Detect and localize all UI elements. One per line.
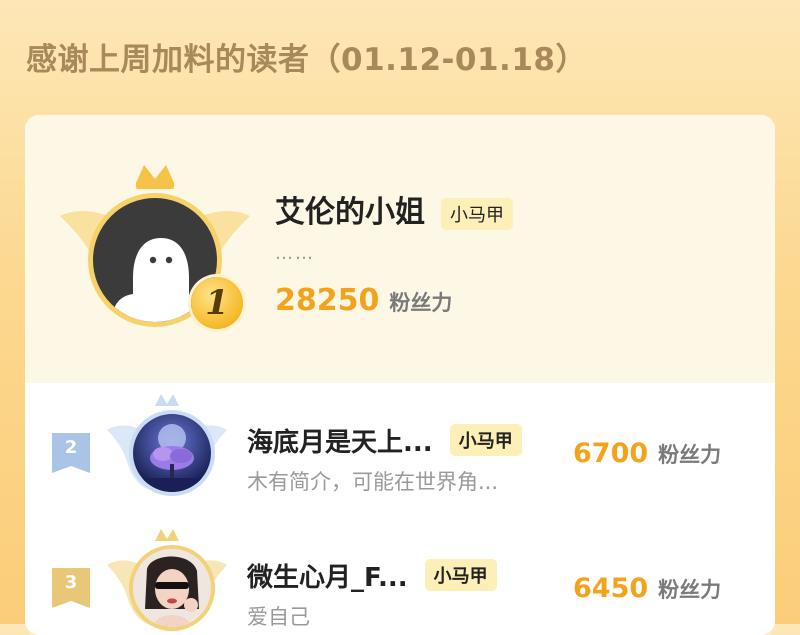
top-reader-section[interactable]: 1 艾伦的小姐 小马甲 …… 28250 粉丝力 — [25, 115, 775, 383]
top-reader-bio: …… — [275, 243, 315, 264]
list-item[interactable]: 2 海底月是天上... 小马甲 木有简介，可能在世界角... 6700 粉丝力 — [25, 394, 775, 520]
reader-name-text: 海底月是天上... — [247, 428, 433, 458]
reader-score-value: 6450 — [573, 573, 649, 604]
reader-tag: 小马甲 — [449, 424, 522, 456]
reader-bio: 木有简介，可能在世界角... — [247, 470, 499, 494]
top-reader-score: 28250 粉丝力 — [275, 283, 452, 318]
reader-score-unit: 粉丝力 — [658, 443, 722, 467]
reader-score: 6700 粉丝力 — [573, 438, 721, 469]
tree-moon-avatar-icon — [133, 414, 211, 492]
reader-avatar-frame — [107, 390, 227, 502]
top-reader-avatar-frame: 1 — [60, 161, 250, 341]
list-item[interactable]: 3 微生心月_F... 小马甲 爱自己 6450 粉丝力 — [25, 529, 775, 635]
top-reader-score-value: 28250 — [275, 283, 380, 318]
rank-number: 3 — [64, 572, 78, 593]
reader-score: 6450 粉丝力 — [573, 573, 721, 604]
page-title: 感谢上周加料的读者（01.12-01.18） — [26, 42, 587, 78]
reader-name[interactable]: 海底月是天上... 小马甲 — [247, 422, 522, 459]
top-reader-tag: 小马甲 — [441, 198, 513, 230]
reader-score-unit: 粉丝力 — [658, 578, 722, 602]
rank-1-badge: 1 — [191, 277, 243, 329]
portrait-avatar-icon — [133, 549, 211, 627]
reader-avatar-frame — [107, 525, 227, 635]
rank-number: 2 — [64, 437, 78, 458]
reader-name[interactable]: 微生心月_F... 小马甲 — [247, 557, 497, 594]
reader-avatar[interactable] — [129, 545, 215, 631]
reader-avatar[interactable] — [129, 410, 215, 496]
reader-score-value: 6700 — [573, 438, 649, 469]
top-reader-name[interactable]: 艾伦的小姐 — [275, 187, 425, 231]
top-reader-score-unit: 粉丝力 — [389, 291, 453, 315]
reader-name-text: 微生心月_F... — [247, 563, 408, 593]
reader-tag: 小马甲 — [424, 559, 497, 591]
reader-bio: 爱自己 — [247, 605, 310, 629]
leaderboard-card: 1 艾伦的小姐 小马甲 …… 28250 粉丝力 2 海底月是天上... 小马甲… — [25, 115, 775, 635]
